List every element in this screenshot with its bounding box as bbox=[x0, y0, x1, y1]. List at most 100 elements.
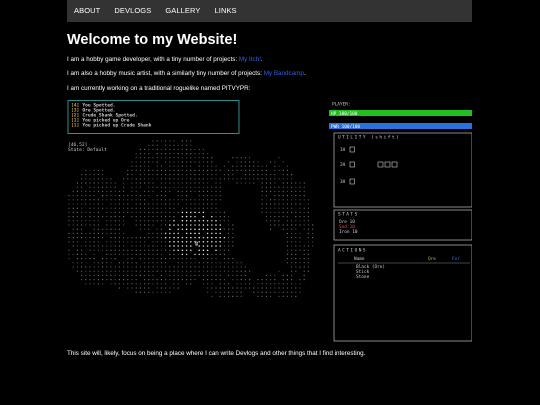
map-tile bbox=[165, 203, 167, 205]
map-tile bbox=[236, 165, 238, 167]
map-tile bbox=[282, 291, 284, 293]
nav-about-link[interactable]: ABOUT bbox=[67, 0, 107, 22]
map-tile bbox=[118, 228, 120, 230]
map-tile bbox=[253, 169, 255, 171]
map-tile bbox=[190, 274, 192, 276]
utility-slot-box[interactable] bbox=[349, 146, 355, 153]
actions-header-col1: Ore bbox=[428, 256, 436, 262]
map-tile bbox=[173, 249, 175, 251]
map-tile bbox=[177, 258, 179, 260]
map-tile bbox=[270, 287, 272, 289]
map-tile bbox=[249, 169, 251, 171]
map-tile bbox=[265, 203, 267, 205]
map-tile bbox=[219, 245, 221, 247]
map-tile bbox=[223, 249, 225, 251]
map-tile bbox=[299, 232, 301, 234]
map-tile bbox=[139, 249, 141, 251]
map-tile bbox=[156, 270, 158, 272]
map-tile bbox=[211, 224, 213, 226]
map-tile bbox=[177, 144, 179, 146]
map-tile bbox=[186, 266, 188, 268]
map-tile bbox=[81, 232, 83, 234]
map-tile bbox=[181, 249, 184, 251]
map-tile bbox=[131, 279, 133, 281]
map-tile bbox=[148, 266, 150, 268]
map-tile bbox=[152, 190, 154, 192]
map-tile bbox=[160, 199, 162, 201]
map-tile bbox=[278, 211, 280, 213]
map-tile bbox=[215, 190, 217, 192]
nav-gallery-link[interactable]: GALLERY bbox=[158, 0, 207, 22]
map-tile bbox=[97, 241, 99, 243]
map-tile bbox=[114, 253, 116, 255]
map-tile bbox=[291, 207, 293, 209]
map-tile bbox=[148, 283, 150, 285]
utility-slot-box[interactable] bbox=[349, 178, 355, 185]
map-tile bbox=[295, 186, 297, 188]
map-tile bbox=[173, 207, 175, 209]
map-tile bbox=[186, 157, 188, 159]
map-tile bbox=[202, 262, 204, 264]
map-tile bbox=[270, 174, 272, 176]
map-tile bbox=[144, 228, 146, 230]
map-tile bbox=[110, 195, 112, 197]
hp-text: HP 100/100 bbox=[331, 111, 358, 117]
map-tile bbox=[152, 161, 154, 163]
map-tile bbox=[270, 199, 272, 201]
utility-slot-box[interactable] bbox=[349, 161, 355, 168]
map-tile bbox=[202, 195, 204, 197]
map-tile bbox=[181, 207, 183, 209]
map-tile bbox=[177, 232, 179, 235]
map-tile bbox=[156, 253, 158, 255]
map-tile bbox=[190, 258, 192, 260]
utility-slot-box[interactable] bbox=[377, 161, 384, 168]
utility-slot-box[interactable] bbox=[384, 161, 391, 168]
map-tile bbox=[190, 186, 192, 188]
map-tile bbox=[219, 287, 221, 289]
map-tile bbox=[291, 220, 293, 222]
map-tile bbox=[68, 258, 70, 260]
map-tile bbox=[160, 262, 162, 264]
action-item-3[interactable]: Stone bbox=[356, 274, 370, 280]
map-tile bbox=[118, 241, 120, 243]
utility-slot-box[interactable] bbox=[391, 161, 398, 168]
map-tile bbox=[207, 161, 209, 163]
map-tile bbox=[244, 174, 246, 176]
map-tile bbox=[278, 178, 280, 180]
map-tile bbox=[244, 274, 246, 276]
map-tile bbox=[118, 199, 120, 201]
map-tile bbox=[160, 232, 162, 234]
map-tile bbox=[286, 216, 288, 218]
map-tile bbox=[135, 182, 137, 184]
map-tile bbox=[202, 236, 205, 239]
map-tile bbox=[76, 199, 78, 201]
map-tile bbox=[156, 266, 158, 268]
map-tile bbox=[236, 287, 238, 289]
map-tile bbox=[270, 283, 272, 285]
map-tile bbox=[181, 228, 184, 230]
map-tile bbox=[72, 228, 74, 230]
map-tile bbox=[118, 211, 120, 213]
map-tile bbox=[236, 266, 238, 268]
bandcamp-link[interactable]: My Bandcamp bbox=[264, 70, 304, 77]
nav-devlogs-link[interactable]: DEVLOGS bbox=[107, 0, 158, 22]
map-tile bbox=[240, 283, 242, 285]
map-tile bbox=[173, 258, 175, 260]
map-tile bbox=[177, 211, 179, 213]
map-tile bbox=[173, 186, 175, 188]
map-tile bbox=[118, 266, 120, 268]
itch-link[interactable]: My Itch! bbox=[239, 56, 261, 63]
map-tile bbox=[219, 283, 221, 285]
map-tile bbox=[181, 211, 184, 214]
map-tile bbox=[303, 211, 305, 213]
map-tile bbox=[148, 195, 150, 197]
map-tile bbox=[215, 174, 217, 176]
map-tile bbox=[85, 220, 87, 222]
map-tile bbox=[223, 236, 226, 239]
nav-links-link[interactable]: LINKS bbox=[207, 0, 243, 22]
map-tile bbox=[93, 245, 95, 247]
map-tile bbox=[76, 258, 78, 260]
map-tile bbox=[127, 211, 129, 213]
map-tile bbox=[106, 270, 108, 272]
map-tile bbox=[144, 161, 146, 163]
